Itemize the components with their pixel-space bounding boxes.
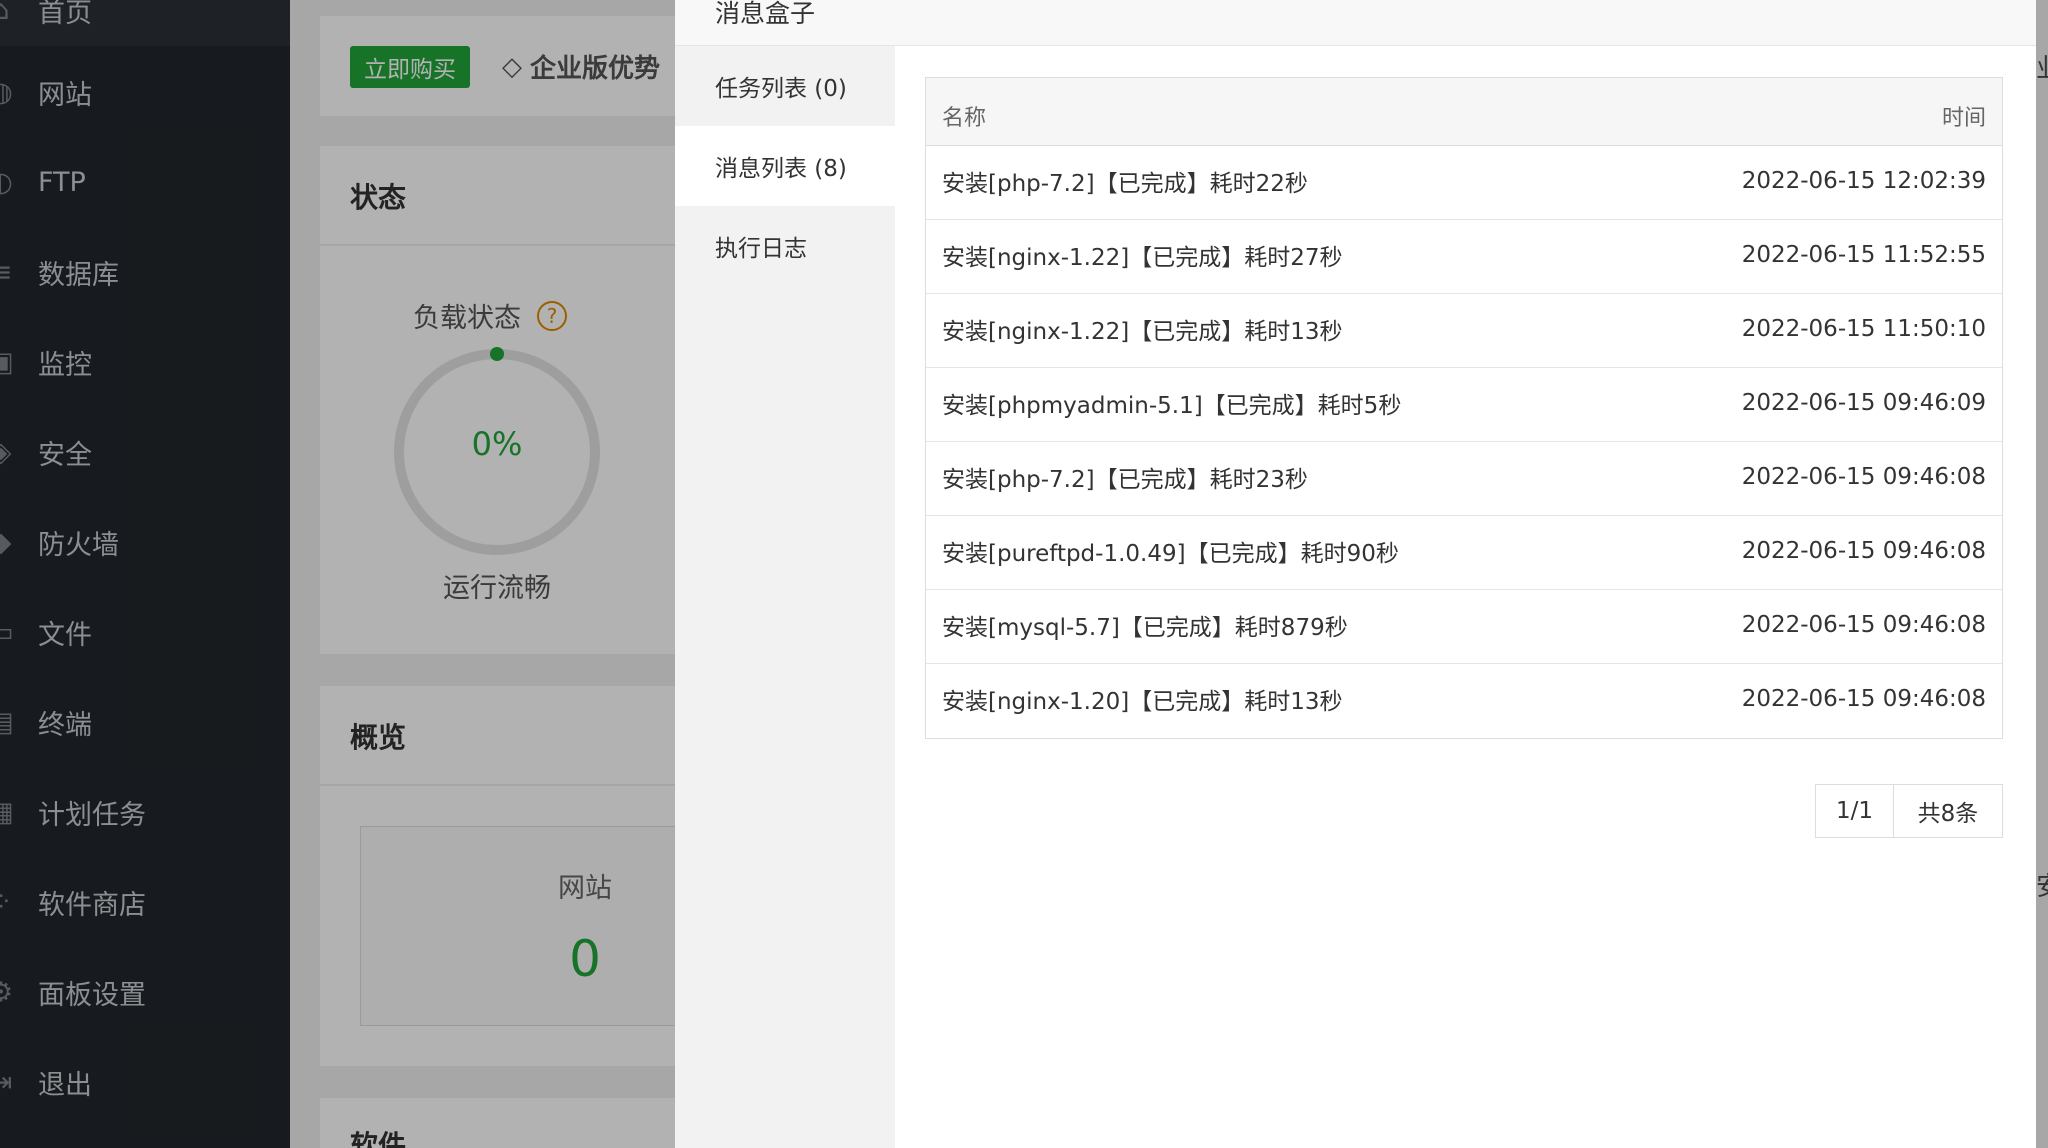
- table-row: 安装[nginx-1.20]【已完成】耗时13秒 2022-06-15 09:4…: [926, 664, 2002, 738]
- tab-exec-log[interactable]: 执行日志: [675, 206, 895, 286]
- table-header: 名称 时间: [926, 78, 2002, 146]
- row-name: 安装[mysql-5.7]【已完成】耗时879秒: [942, 615, 1348, 641]
- modal-title: 消息盒子: [715, 0, 816, 28]
- header-name: 名称: [942, 106, 987, 131]
- table-row: 安装[mysql-5.7]【已完成】耗时879秒 2022-06-15 09:4…: [926, 590, 2002, 664]
- message-box-modal: 消息盒子 任务列表 (0) 消息列表 (8) 执行日志 名称 时间 安装[php…: [675, 0, 2036, 1148]
- table-row: 安装[php-7.2]【已完成】耗时23秒 2022-06-15 09:46:0…: [926, 442, 2002, 516]
- row-name: 安装[pureftpd-1.0.49]【已完成】耗时90秒: [942, 541, 1399, 567]
- row-time: 2022-06-15 09:46:08: [1741, 538, 1986, 564]
- table-row: 安装[phpmyadmin-5.1]【已完成】耗时5秒 2022-06-15 0…: [926, 368, 2002, 442]
- table-row: 安装[pureftpd-1.0.49]【已完成】耗时90秒 2022-06-15…: [926, 516, 2002, 590]
- row-name: 安装[nginx-1.22]【已完成】耗时13秒: [942, 319, 1343, 345]
- row-name: 安装[nginx-1.22]【已完成】耗时27秒: [942, 245, 1343, 271]
- row-time: 2022-06-15 11:50:10: [1741, 316, 1986, 342]
- pager-current[interactable]: 1/1: [1816, 785, 1894, 837]
- row-time: 2022-06-15 12:02:39: [1741, 168, 1986, 194]
- row-time: 2022-06-15 09:46:08: [1741, 464, 1986, 490]
- tab-task-list[interactable]: 任务列表 (0): [675, 46, 895, 126]
- row-time: 2022-06-15 09:46:09: [1741, 390, 1986, 416]
- row-name: 安装[phpmyadmin-5.1]【已完成】耗时5秒: [942, 393, 1402, 419]
- table-row: 安装[nginx-1.22]【已完成】耗时27秒 2022-06-15 11:5…: [926, 220, 2002, 294]
- row-time: 2022-06-15 11:52:55: [1741, 242, 1986, 268]
- row-name: 安装[nginx-1.20]【已完成】耗时13秒: [942, 689, 1343, 715]
- row-time: 2022-06-15 09:46:08: [1741, 612, 1986, 638]
- table-row: 安装[nginx-1.22]【已完成】耗时13秒 2022-06-15 11:5…: [926, 294, 2002, 368]
- tab-message-list[interactable]: 消息列表 (8): [675, 126, 895, 206]
- row-time: 2022-06-15 09:46:08: [1741, 686, 1986, 712]
- modal-nav: 任务列表 (0) 消息列表 (8) 执行日志: [675, 46, 895, 1148]
- message-table: 名称 时间 安装[php-7.2]【已完成】耗时22秒 2022-06-15 1…: [925, 77, 2003, 739]
- edge-text-bottom: 安: [2036, 866, 2048, 903]
- row-name: 安装[php-7.2]【已完成】耗时23秒: [942, 467, 1308, 493]
- pagination: 1/1 共8条: [1815, 784, 2003, 838]
- header-time: 时间: [1941, 106, 1986, 131]
- modal-header: 消息盒子: [675, 0, 2036, 46]
- pager-total: 共8条: [1917, 801, 1979, 827]
- row-name: 安装[php-7.2]【已完成】耗时22秒: [942, 171, 1308, 197]
- table-row: 安装[php-7.2]【已完成】耗时22秒 2022-06-15 12:02:3…: [926, 146, 2002, 220]
- edge-text-top: 业: [2036, 48, 2048, 85]
